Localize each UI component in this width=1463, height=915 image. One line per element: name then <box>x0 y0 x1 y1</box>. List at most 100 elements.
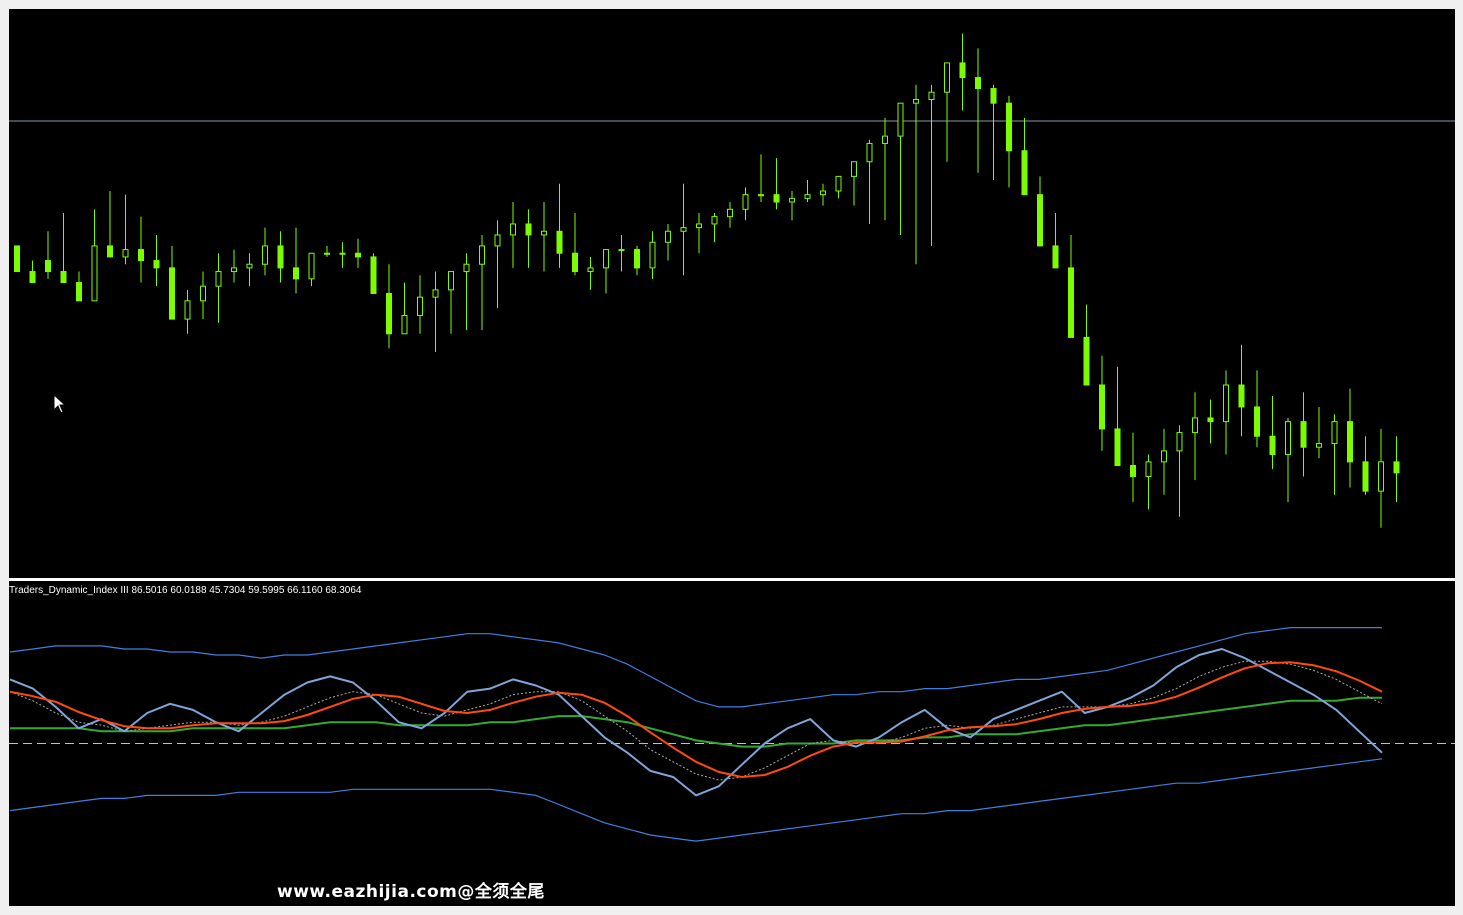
candle-body <box>1006 102 1012 152</box>
candle-body <box>45 260 51 273</box>
candle-body <box>138 249 144 262</box>
lower-band-line <box>9 758 1383 842</box>
candle <box>91 209 98 302</box>
candle <box>649 231 656 279</box>
candle-body <box>1331 421 1338 445</box>
candle <box>169 245 175 320</box>
candle-body <box>494 234 501 247</box>
candle <box>200 271 206 320</box>
candle <box>510 202 516 268</box>
candle-body <box>1285 421 1291 456</box>
candle-body <box>1347 421 1353 463</box>
candle <box>773 158 780 210</box>
candle-body <box>122 249 129 258</box>
tdi-indicator-chart <box>9 626 1455 842</box>
candle <box>494 220 501 309</box>
candle <box>789 191 795 221</box>
candle <box>122 194 129 265</box>
candle <box>1393 436 1400 503</box>
candle <box>401 282 408 335</box>
candle <box>1300 392 1307 477</box>
candle <box>1207 399 1214 444</box>
candle-body <box>76 282 82 302</box>
candle-body <box>773 194 780 203</box>
candle <box>711 212 718 243</box>
candle <box>448 271 454 334</box>
candle <box>215 253 222 323</box>
candle <box>944 62 950 162</box>
candle <box>355 238 361 268</box>
candle <box>1130 432 1136 503</box>
candle-body <box>169 267 175 320</box>
candle <box>742 187 749 221</box>
candle-body <box>432 289 439 298</box>
candle-body <box>804 194 811 199</box>
candle-body <box>680 227 687 232</box>
candle-body <box>1238 384 1245 408</box>
watermark: www.eazhijia.com@全须全尾 <box>277 882 545 902</box>
candle-body <box>153 260 160 269</box>
candle <box>696 212 702 254</box>
candle <box>525 209 532 268</box>
candle-body <box>696 223 702 229</box>
candle-body <box>479 245 485 265</box>
candle <box>665 223 671 261</box>
candle <box>1269 395 1276 470</box>
candle-body <box>339 252 346 255</box>
candle-body <box>401 314 408 335</box>
candle-body <box>1316 443 1322 448</box>
candle-body <box>231 267 237 273</box>
candle-body <box>1254 406 1260 437</box>
candle <box>1099 355 1105 451</box>
candle-body <box>107 245 113 258</box>
candle-body <box>1192 417 1198 434</box>
candle <box>14 245 20 273</box>
candle <box>1037 176 1043 247</box>
candle <box>990 84 997 181</box>
candle <box>1316 406 1322 459</box>
candle <box>479 234 485 331</box>
candle-body <box>1037 194 1043 247</box>
candle-body <box>649 241 656 269</box>
candle-body <box>1052 245 1059 269</box>
candle-body <box>1130 465 1136 477</box>
candle-body <box>1021 150 1028 196</box>
candle-body <box>975 77 981 90</box>
candle-body <box>91 245 98 302</box>
candle <box>634 245 640 276</box>
candle <box>897 102 904 235</box>
candle <box>308 252 315 287</box>
candle-body <box>1083 336 1090 386</box>
candle-body <box>1393 461 1400 474</box>
candle-body <box>370 256 377 294</box>
candle-body <box>789 197 795 203</box>
candle <box>727 202 733 228</box>
candle-body <box>618 249 625 252</box>
candle <box>45 231 51 279</box>
candle <box>556 183 563 268</box>
candle-body <box>1269 435 1276 456</box>
candle <box>913 84 919 265</box>
candle <box>339 242 346 268</box>
candle <box>587 256 594 290</box>
candle <box>1285 417 1291 503</box>
candle-body <box>587 267 594 273</box>
indicator-pane[interactable]: Traders_Dynamic_Index III 86.5016 60.018… <box>9 581 1455 906</box>
price-chart-pane[interactable] <box>9 9 1455 578</box>
candle-body <box>556 230 563 254</box>
candle <box>804 180 811 202</box>
candle <box>959 33 966 111</box>
candle-body <box>1161 450 1167 463</box>
candle <box>975 48 981 173</box>
candle <box>1021 117 1028 196</box>
candle <box>1192 392 1198 481</box>
candle-body <box>913 99 919 104</box>
candle-body <box>463 263 470 273</box>
candle <box>463 253 470 331</box>
candle <box>866 139 873 224</box>
candle-body <box>541 230 547 236</box>
candle-body <box>1378 461 1384 492</box>
candle-body <box>1068 267 1074 338</box>
candle-body <box>1223 384 1229 423</box>
candle-body <box>262 245 268 265</box>
